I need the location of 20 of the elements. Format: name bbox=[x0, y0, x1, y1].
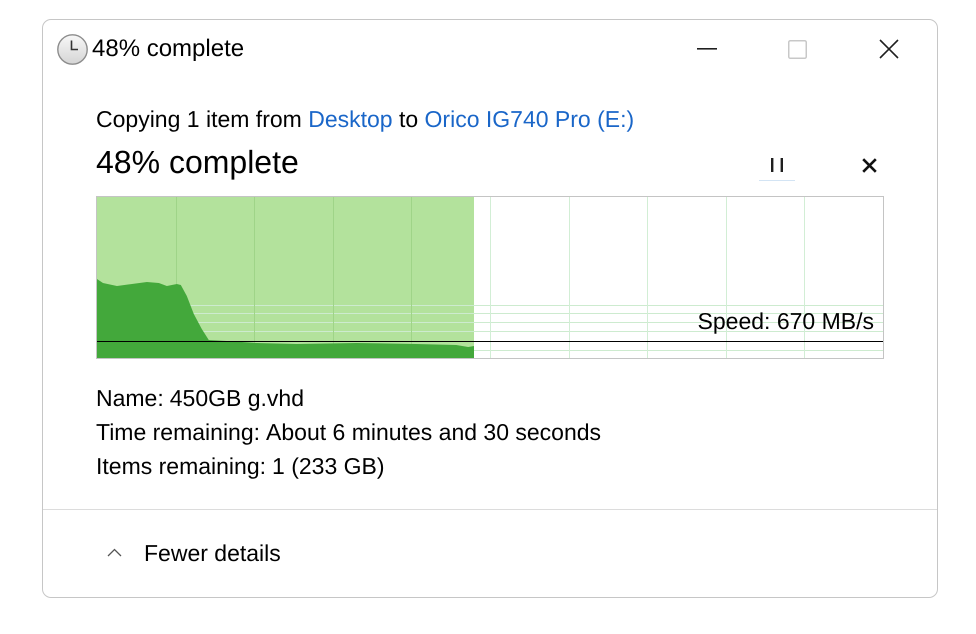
folder-link[interactable]: Desktop bbox=[308, 106, 393, 132]
clock-icon bbox=[57, 34, 88, 64]
detail-label: Time remaining: bbox=[96, 418, 260, 447]
detail-label: Name: bbox=[96, 384, 164, 413]
detail-value: 1 (233 GB) bbox=[272, 452, 385, 481]
maximize-icon bbox=[788, 40, 807, 58]
close-icon bbox=[862, 158, 876, 172]
detail-value: 450GB g.vhd bbox=[170, 384, 304, 413]
minimize-icon bbox=[696, 48, 716, 50]
detail-label: Items remaining: bbox=[96, 452, 266, 481]
speed-label: Speed: 670 MB/s bbox=[698, 308, 874, 334]
progress-heading: 48% complete bbox=[96, 144, 299, 180]
window-title: 48% complete bbox=[92, 34, 244, 64]
copy-summary: Copying 1 item from Desktop to Orico IG740 Pro (E:) bbox=[96, 105, 636, 133]
detail-value: About 6 minutes and 30 seconds bbox=[266, 418, 602, 447]
pause-icon bbox=[771, 158, 783, 172]
fewer-details-button[interactable]: Fewer details bbox=[107, 538, 281, 566]
close-icon bbox=[878, 39, 898, 59]
chevron-up-icon bbox=[107, 548, 122, 557]
folder-link[interactable]: Orico IG740 Pro (E:) bbox=[424, 106, 634, 132]
